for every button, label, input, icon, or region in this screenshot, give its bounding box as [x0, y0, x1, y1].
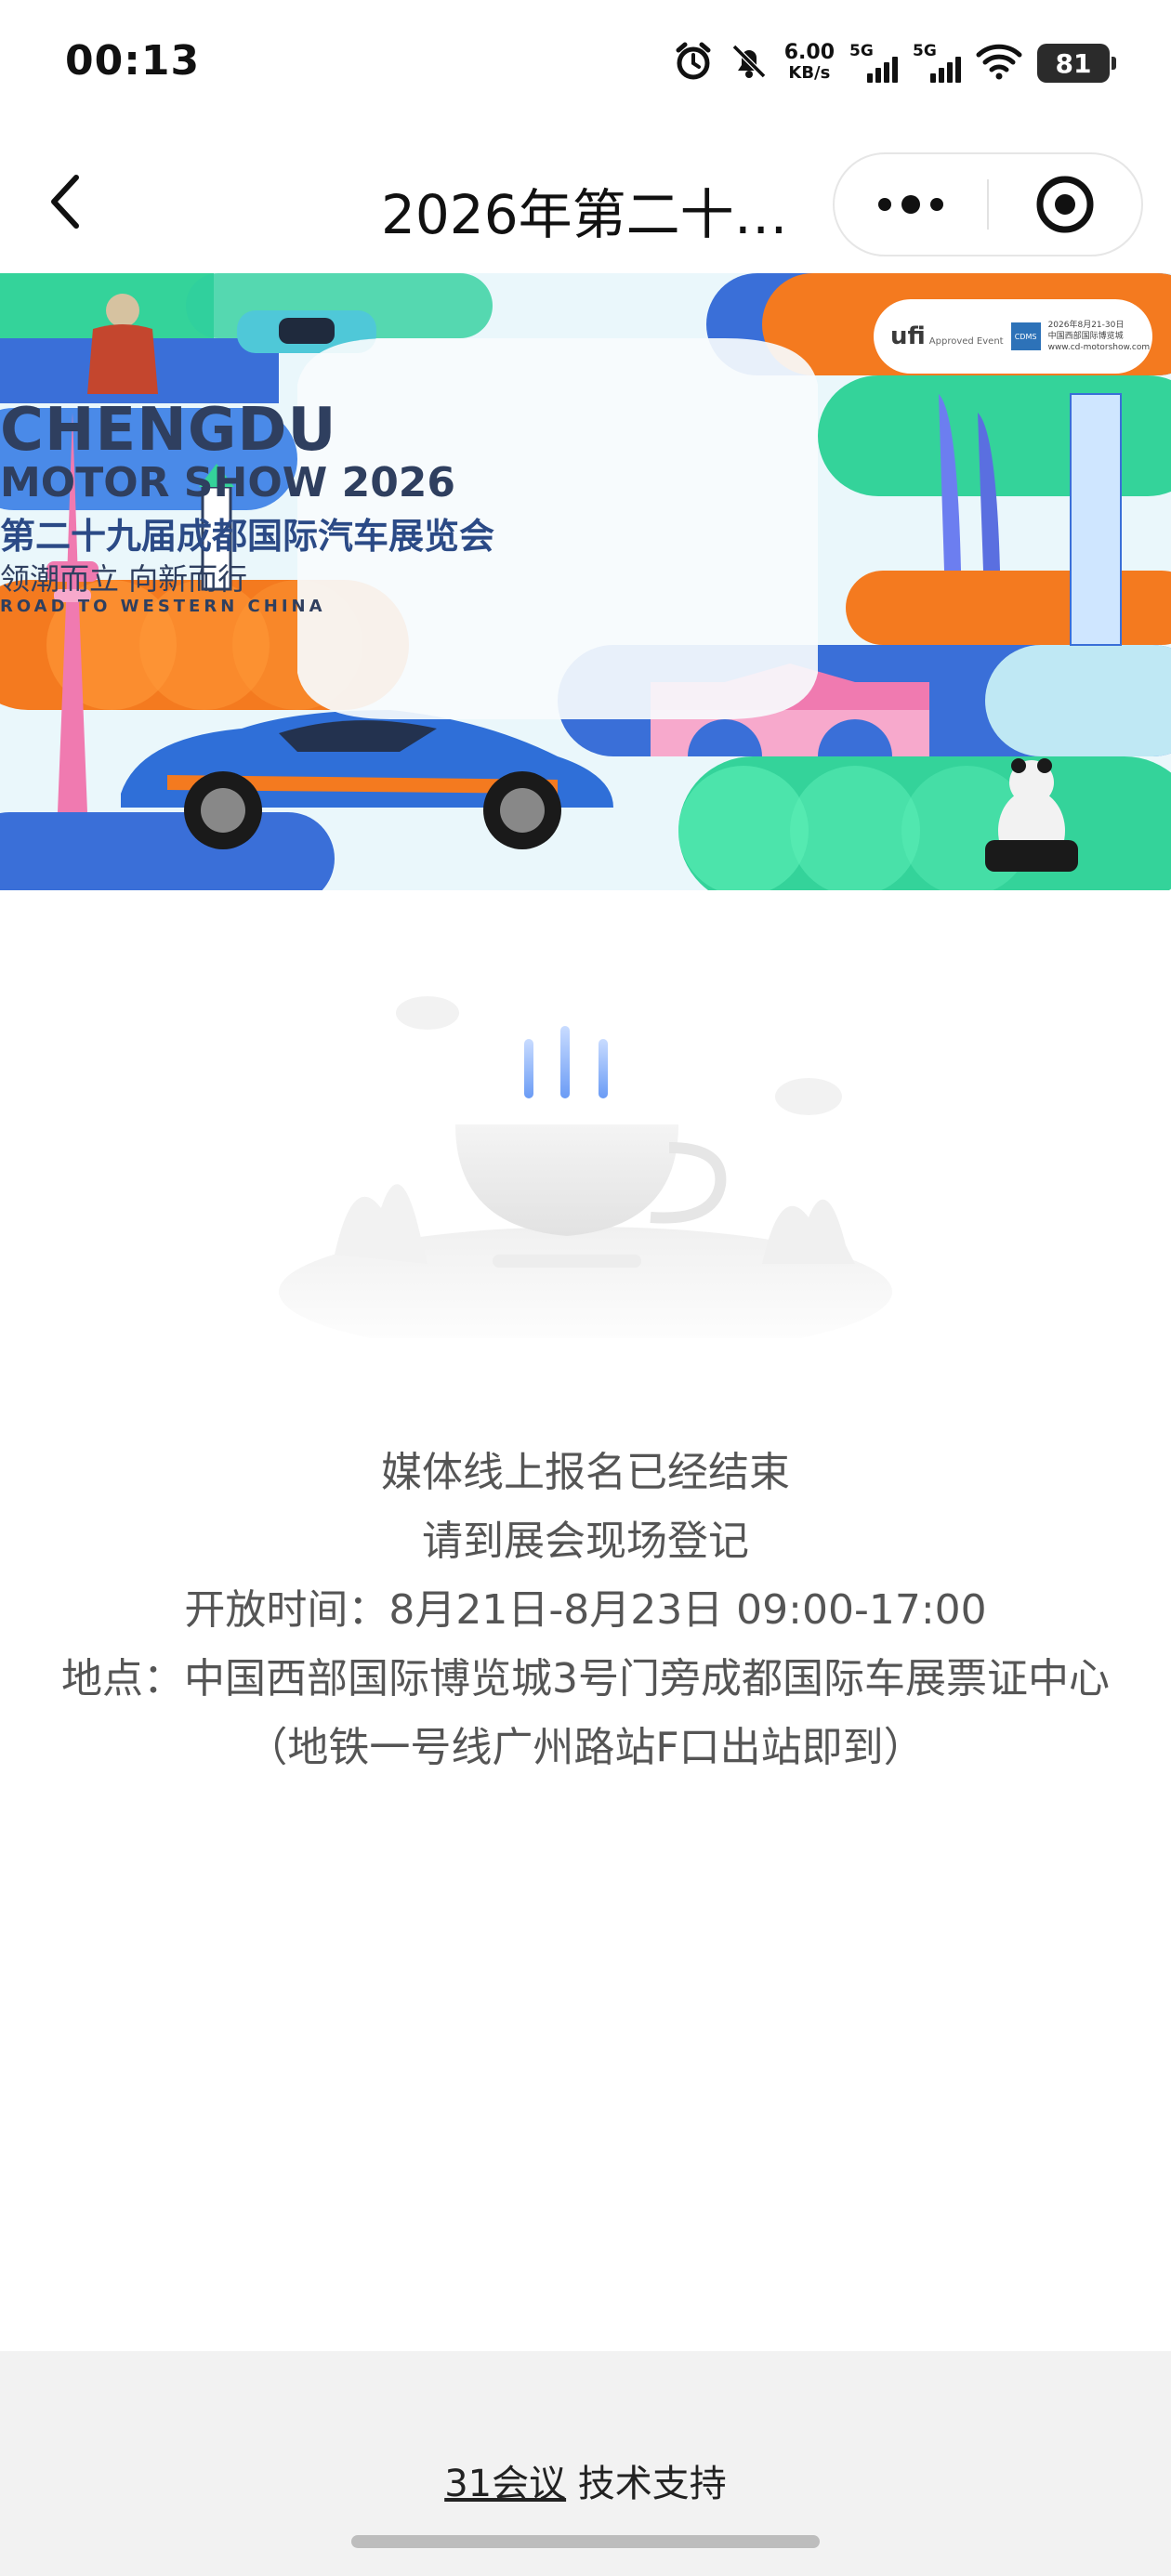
registration-closed-message: 媒体线上报名已经结束 请到展会现场登记 开放时间：8月21日-8月23日 09:… — [0, 1439, 1171, 1782]
banner-subtitle: MOTOR SHOW 2026 — [0, 459, 456, 506]
cdms-logo: CDMS — [1010, 322, 1041, 350]
sponsor-logos: ufi Approved Event CDMS 2026年8月21-30日 中国西… — [874, 299, 1152, 374]
banner-title: CHENGDU — [0, 396, 337, 465]
chevron-left-icon — [51, 175, 79, 229]
banner-tagline: ROAD TO WESTERN CHINA — [0, 597, 326, 616]
battery-icon: 81 — [1037, 44, 1116, 83]
more-button[interactable] — [835, 154, 987, 255]
sim2-signal-icon: 5G — [913, 42, 961, 85]
banner-image: CHENGDU MOTOR SHOW 2026 第二十九届成都国际汽车展览会 领… — [0, 273, 1171, 890]
banner-cn-title: 第二十九届成都国际汽车展览会 — [0, 516, 495, 557]
message-line-1: 媒体线上报名已经结束 — [381, 1449, 790, 1496]
mute-bell-icon — [729, 41, 770, 85]
provider-link[interactable]: 31会议 — [444, 2463, 566, 2505]
coffee-cup-icon — [279, 996, 892, 1357]
net-speed-value: 6.00 — [783, 41, 835, 64]
message-line-2: 请到展会现场登记 — [422, 1518, 749, 1565]
net-speed-unit: KB/s — [788, 63, 831, 83]
message-metro-directions: （地铁一号线广州路站F口出站即到） — [246, 1724, 925, 1771]
nav-bar: 2026年第二十… — [0, 139, 1171, 269]
close-button[interactable] — [989, 154, 1141, 255]
status-bar: 00:13 6.00 KB/s 5G 5G 81 — [0, 0, 1171, 130]
net-speed: 6.00 KB/s — [784, 43, 835, 84]
status-icons: 6.00 KB/s 5G 5G 81 — [673, 35, 1116, 91]
empty-state-illustration — [260, 985, 911, 1357]
target-close-icon — [1036, 176, 1094, 233]
page-title: 2026年第二十… — [381, 183, 788, 246]
show-info: 2026年8月21-30日 中国西部国际博览城 www.cd-motorshow… — [1047, 321, 1151, 352]
tech-support-line: 31会议 技术支持 — [0, 2453, 1171, 2507]
sim1-signal-icon: 5G — [849, 42, 898, 85]
wifi-icon — [976, 43, 1022, 84]
mini-program-capsule — [833, 152, 1143, 256]
back-button[interactable] — [37, 169, 93, 234]
home-indicator[interactable] — [351, 2535, 820, 2548]
message-opening-hours: 开放时间：8月21日-8月23日 09:00-17:00 — [184, 1586, 987, 1634]
alarm-icon — [673, 41, 714, 85]
more-dots-icon — [878, 195, 943, 214]
ufi-logo: ufi Approved Event — [890, 322, 1004, 350]
banner-slogan: 领潮而立 向新而行 — [0, 561, 248, 597]
status-time: 00:13 — [65, 37, 201, 85]
message-location: 地点：中国西部国际博览城3号门旁成都国际车展票证中心 — [61, 1655, 1110, 1702]
tech-support-label: 技术支持 — [566, 2463, 727, 2505]
